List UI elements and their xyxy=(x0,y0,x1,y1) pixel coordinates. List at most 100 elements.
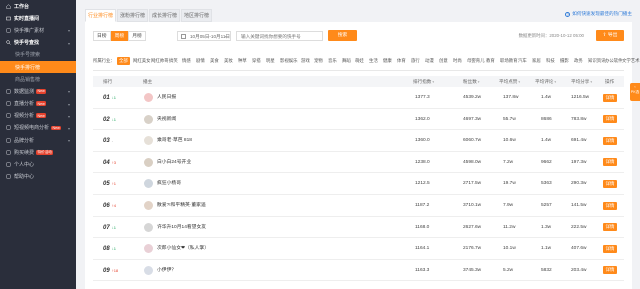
category-1[interactable]: 网红美女 xyxy=(133,57,151,65)
avatar[interactable] xyxy=(144,93,153,102)
category-15[interactable]: 舞蹈 xyxy=(342,57,351,65)
category-23[interactable]: 时尚 xyxy=(453,57,462,65)
avatar[interactable] xyxy=(144,201,153,210)
detail-button[interactable]: 详情 xyxy=(603,223,617,232)
detail-button[interactable]: 详情 xyxy=(603,244,617,253)
tip-link[interactable]: ? 如何快速发现最佳的热门播主 xyxy=(565,11,632,17)
sidebar-item-12[interactable]: 购买续费 特价活动 xyxy=(0,146,76,158)
sidebar-item-7[interactable]: 数据监测 New ▾ xyxy=(0,85,76,97)
sidebar-item-1[interactable]: 实时直播间 xyxy=(0,12,76,24)
sidebar-item-2[interactable]: 快手推广素材 ▾ xyxy=(0,24,76,36)
category-0[interactable]: 全部 xyxy=(117,57,130,65)
category-28[interactable]: 家居 xyxy=(532,57,541,65)
category-11[interactable]: 影视娱乐 xyxy=(280,57,298,65)
creator-name[interactable]: 许华升10月14看望女友 xyxy=(157,217,206,238)
category-29[interactable]: 科技 xyxy=(546,57,555,65)
category-5[interactable]: 剧情 xyxy=(196,57,205,65)
sidebar-item-9[interactable]: 视频分析 New ▾ xyxy=(0,110,76,122)
tab-region-rank[interactable]: 地区排行榜 xyxy=(181,9,212,22)
header-avg-comments[interactable]: 平均评论▾ xyxy=(535,76,556,87)
period-day-button[interactable]: 日榜 xyxy=(93,31,111,41)
detail-button[interactable]: 详情 xyxy=(603,158,617,167)
category-19[interactable]: 体育 xyxy=(397,57,406,65)
detail-button[interactable]: 详情 xyxy=(603,93,617,102)
avg-likes-value: 7.9w xyxy=(503,203,514,208)
category-21[interactable]: 动漫 xyxy=(425,57,434,65)
category-16[interactable]: 萌娃 xyxy=(355,57,364,65)
category-13[interactable]: 宠物 xyxy=(314,57,323,65)
rank-change: ↑4 xyxy=(111,203,116,208)
category-32[interactable]: 知识资讯 xyxy=(588,57,606,65)
tab-industry-rank[interactable]: 行业排行榜 xyxy=(85,9,116,22)
avatar[interactable] xyxy=(144,136,153,146)
sidebar-item-11[interactable]: 品牌分析 ▾ xyxy=(0,134,76,146)
header-rank-index[interactable]: 排行指数▾ xyxy=(413,76,434,87)
rank-number: 04 xyxy=(103,159,110,166)
category-8[interactable]: 种草 xyxy=(238,57,247,65)
sidebar-item-4[interactable]: 快手号搜索 xyxy=(0,49,76,61)
search-button[interactable]: 搜索 xyxy=(328,30,357,41)
search-input[interactable] xyxy=(241,34,322,39)
sidebar-item-10[interactable]: 短视频电商分析 New ▾ xyxy=(0,122,76,134)
pk-float-tab[interactable]: ‹ PK选 xyxy=(630,83,640,101)
category-26[interactable]: 职场教育 xyxy=(500,57,518,65)
header-fans[interactable]: 粉丝数▾ xyxy=(463,76,480,87)
category-3[interactable]: 搞笑 xyxy=(169,57,178,65)
category-31[interactable]: 政务 xyxy=(574,57,583,65)
category-30[interactable]: 摄影 xyxy=(560,57,569,65)
category-24[interactable]: 母婴育儿 xyxy=(467,57,485,65)
sidebar-item-13[interactable]: 个人中心 xyxy=(0,158,76,170)
sidebar-item-5[interactable]: 快手排行榜 xyxy=(0,60,76,74)
sidebar-item-3[interactable]: 快手号查找 ▾ xyxy=(0,37,76,49)
creator-name[interactable]: 乘哥老·草芭 818 xyxy=(157,130,192,151)
header-avg-shares[interactable]: 平均分享▾ xyxy=(571,76,592,87)
period-month-button[interactable]: 月榜 xyxy=(128,31,146,41)
sidebar-item-14[interactable]: 帮助中心 xyxy=(0,171,76,183)
sidebar-item-8[interactable]: 直播分析 New ▾ xyxy=(0,98,76,110)
export-button[interactable]: ⇪ 导出 xyxy=(596,30,624,41)
creator-name[interactable]: 白小白24号开业 xyxy=(157,152,191,173)
detail-button[interactable]: 详情 xyxy=(603,179,617,188)
category-6[interactable]: 美食 xyxy=(210,57,219,65)
header-avg-likes[interactable]: 平均点赞▾ xyxy=(499,76,520,87)
detail-button[interactable]: 详情 xyxy=(603,115,617,124)
category-14[interactable]: 音乐 xyxy=(328,57,337,65)
category-27[interactable]: 汽车 xyxy=(518,57,527,65)
category-22[interactable]: 创意 xyxy=(439,57,448,65)
avatar[interactable] xyxy=(144,179,153,189)
avatar[interactable] xyxy=(144,265,153,275)
category-2[interactable]: 网红帅哥 xyxy=(151,57,169,65)
tab-fans-growth-rank[interactable]: 涨粉排行榜 xyxy=(117,9,148,22)
avatar[interactable] xyxy=(144,114,153,124)
category-18[interactable]: 健康 xyxy=(383,57,392,65)
period-week-button[interactable]: 周榜 xyxy=(110,31,129,41)
creator-name[interactable]: 小伊伊？ xyxy=(157,260,176,281)
avatar[interactable] xyxy=(144,244,153,254)
category-7[interactable]: 美妆 xyxy=(224,57,233,65)
category-25[interactable]: 教育 xyxy=(486,57,495,65)
detail-button[interactable]: 详情 xyxy=(603,201,617,210)
category-17[interactable]: 生活 xyxy=(369,57,378,65)
creator-name[interactable]: 散爱?!和平精英·董家遥 xyxy=(157,195,206,216)
category-4[interactable]: 情感 xyxy=(182,57,191,65)
avatar[interactable] xyxy=(144,157,153,167)
fans-value: 2627.6w xyxy=(463,224,482,230)
detail-button[interactable]: 详情 xyxy=(603,136,617,145)
category-20[interactable]: 旅行 xyxy=(411,57,420,65)
detail-button[interactable]: 详情 xyxy=(603,266,617,275)
sidebar-item-0[interactable]: 工作台 xyxy=(0,0,76,12)
category-10[interactable]: 明星 xyxy=(266,57,275,65)
avatar[interactable] xyxy=(144,222,153,232)
creator-name[interactable]: 疯狂小杨哥 xyxy=(157,173,181,194)
category-9[interactable]: 穿搭 xyxy=(252,57,261,65)
sidebar-item-6[interactable]: 商品销售榜 xyxy=(0,73,76,85)
date-range-select[interactable]: 10月05日-10月11日 ▾ xyxy=(177,31,231,41)
creator-name[interactable]: 次郎小仙女❤（私人掌） xyxy=(157,238,209,259)
tab-growth-rank[interactable]: 成长排行榜 xyxy=(149,9,180,22)
category-34[interactable]: 文学艺术 xyxy=(622,57,640,65)
creator-name[interactable]: 人民日报 xyxy=(157,87,176,108)
category-33[interactable]: 办公软件 xyxy=(605,57,623,65)
category-12[interactable]: 游戏 xyxy=(301,57,310,65)
creator-name[interactable]: 央视新闻 xyxy=(157,109,176,130)
rank-cell: 07 ↓1 xyxy=(103,217,116,238)
